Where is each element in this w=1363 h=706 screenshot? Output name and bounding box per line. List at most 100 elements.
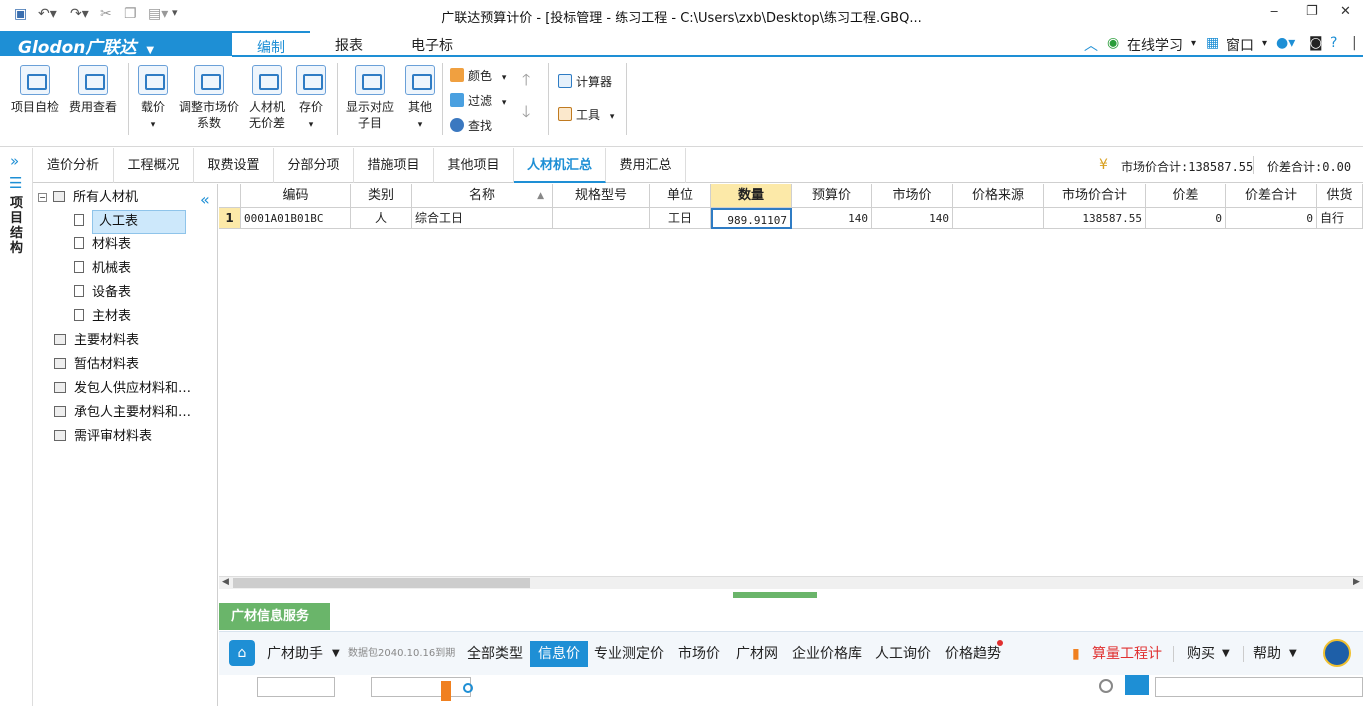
cell-code[interactable]: 0001A01B01BC: [241, 208, 351, 229]
tree-node-group[interactable]: 承包人主要材料和…: [54, 402, 191, 424]
move-up-arrow-icon[interactable]: 🡑: [522, 71, 530, 89]
tree-node-group[interactable]: 发包人供应材料和…: [54, 378, 191, 400]
search-button[interactable]: [1125, 675, 1149, 695]
scroll-right-icon[interactable]: ▶: [1353, 577, 1360, 587]
color-button[interactable]: 颜色 ▾: [450, 67, 506, 85]
tools-button[interactable]: 工具 ▾: [558, 106, 614, 124]
chevron-down-icon[interactable]: ▾: [1191, 38, 1196, 49]
filter-button[interactable]: 过滤 ▾: [450, 92, 506, 110]
tab-price-trend[interactable]: 价格趋势: [945, 641, 1001, 667]
column-header[interactable]: 名称 ▲: [412, 184, 553, 208]
more-icon[interactable]: |: [1352, 35, 1357, 51]
cell-market-price[interactable]: 140: [872, 208, 953, 229]
help-question-icon[interactable]: ?: [1330, 35, 1337, 51]
tab-info-price[interactable]: 信息价: [530, 641, 588, 667]
show-sub-items-button[interactable]: 显示对应 子目: [342, 65, 398, 131]
save-price-button[interactable]: 存价 ▾: [292, 65, 330, 133]
cell-qty[interactable]: 989.91107: [711, 208, 792, 229]
chevron-down-icon[interactable]: ▾: [1262, 38, 1267, 49]
tab-project-overview[interactable]: 工程概况: [114, 148, 194, 183]
column-header[interactable]: 预算价: [792, 184, 872, 208]
chevron-down-icon[interactable]: ▼: [1289, 641, 1297, 667]
app-logo-menu[interactable]: Glodon广联达 ▼: [0, 31, 232, 58]
menu-tab-edit[interactable]: 编制: [232, 31, 310, 56]
search-icon[interactable]: [1099, 679, 1113, 693]
tree-node-equipment[interactable]: 设备表: [74, 282, 131, 304]
scrollbar-thumb[interactable]: [233, 578, 530, 588]
tab-all-types[interactable]: 全部类型: [467, 641, 523, 667]
feedback-icon[interactable]: ◙: [1309, 35, 1323, 51]
column-header[interactable]: 类别: [351, 184, 412, 208]
chevron-down-icon[interactable]: ▼: [332, 641, 340, 667]
cell-unit[interactable]: 工日: [650, 208, 711, 229]
find-button[interactable]: 查找: [450, 117, 492, 135]
tab-cost-analysis[interactable]: 造价分析: [33, 148, 114, 183]
cell-spec[interactable]: [553, 208, 650, 229]
tab-labor-inquiry[interactable]: 人工询价: [875, 641, 931, 667]
tab-other-items[interactable]: 其他项目: [434, 148, 514, 183]
grid-corner[interactable]: [219, 184, 241, 208]
tree-node-material[interactable]: 材料表: [74, 234, 131, 256]
avatar[interactable]: [1323, 639, 1351, 667]
tree-node-group[interactable]: 主要材料表: [54, 330, 139, 352]
tab-measures[interactable]: 措施项目: [354, 148, 434, 183]
help-button[interactable]: 帮助: [1253, 641, 1281, 667]
other-button[interactable]: 其他 ▾: [402, 65, 438, 133]
load-price-button[interactable]: 载价 ▾: [134, 65, 172, 133]
tab-sub-items[interactable]: 分部分项: [274, 148, 354, 183]
collapse-ribbon-icon[interactable]: ︿: [1084, 35, 1098, 55]
collapse-panel-icon[interactable]: «: [200, 190, 210, 209]
restore-icon[interactable]: ❐: [1306, 4, 1318, 19]
horizontal-scrollbar[interactable]: ◀ ▶: [219, 576, 1363, 589]
project-self-check-button[interactable]: 项目自检: [8, 65, 62, 115]
tab-professional-price[interactable]: 专业测定价: [594, 641, 664, 667]
tab-material-web[interactable]: 广材网: [736, 641, 778, 667]
tree-node-all[interactable]: − 所有人材机: [38, 187, 138, 209]
tab-labor-material-machine-summary[interactable]: 人材机汇总: [514, 148, 606, 183]
assistant-button[interactable]: 广材助手: [267, 641, 323, 667]
column-header[interactable]: 价格来源: [953, 184, 1044, 208]
column-header[interactable]: 价差合计: [1226, 184, 1317, 208]
window-menu-button[interactable]: 窗口: [1226, 35, 1254, 55]
tree-node-labor[interactable]: 人工表: [74, 210, 186, 234]
cell-diff-total[interactable]: 0: [1226, 208, 1317, 229]
period-select[interactable]: [371, 677, 471, 697]
tree-node-group[interactable]: 暂估材料表: [54, 354, 139, 376]
user-icon[interactable]: ●▾: [1276, 35, 1295, 51]
scroll-left-icon[interactable]: ◀: [222, 577, 229, 587]
cell-name[interactable]: 综合工日: [412, 208, 553, 229]
row-index[interactable]: 1: [219, 208, 241, 229]
column-header[interactable]: 价差: [1146, 184, 1226, 208]
calculator-button[interactable]: 计算器: [558, 73, 612, 91]
column-header[interactable]: 单位: [650, 184, 711, 208]
tab-enterprise-price-lib[interactable]: 企业价格库: [792, 641, 862, 667]
tree-node-group[interactable]: 需评审材料表: [54, 426, 152, 448]
close-icon[interactable]: ✕: [1340, 4, 1351, 19]
column-header[interactable]: 供货: [1317, 184, 1363, 208]
buy-button[interactable]: 购买: [1187, 641, 1215, 667]
project-structure-label[interactable]: 项目结构: [10, 196, 24, 256]
column-header[interactable]: 市场价合计: [1044, 184, 1146, 208]
fee-view-button[interactable]: 费用查看: [66, 65, 120, 115]
column-header[interactable]: 编码: [241, 184, 351, 208]
tree-node-machine[interactable]: 机械表: [74, 258, 131, 280]
cell-price-source[interactable]: [953, 208, 1044, 229]
panel-splitter-handle[interactable]: [733, 592, 817, 598]
collapse-box-icon[interactable]: −: [38, 193, 47, 202]
column-header[interactable]: 市场价: [872, 184, 953, 208]
radio-icon[interactable]: [463, 683, 473, 693]
menu-tab-ebid[interactable]: 电子标: [411, 35, 453, 55]
column-header-qty[interactable]: 数量: [711, 184, 792, 208]
cell-category[interactable]: 人: [351, 208, 412, 229]
cell-diff[interactable]: 0: [1146, 208, 1226, 229]
expand-double-chevron-icon[interactable]: »: [10, 152, 19, 170]
cell-budget-price[interactable]: 140: [792, 208, 872, 229]
tree-node-main-material[interactable]: 主材表: [74, 306, 131, 328]
cell-market-total[interactable]: 138587.55: [1044, 208, 1146, 229]
quantity-calc-link[interactable]: 算量工程计: [1092, 641, 1162, 667]
move-down-arrow-icon[interactable]: 🡓: [522, 103, 530, 121]
minimize-icon[interactable]: ‒: [1270, 4, 1278, 19]
tab-market-price[interactable]: 市场价: [678, 641, 720, 667]
column-header[interactable]: 规格型号: [553, 184, 650, 208]
tab-fee-settings[interactable]: 取费设置: [194, 148, 274, 183]
